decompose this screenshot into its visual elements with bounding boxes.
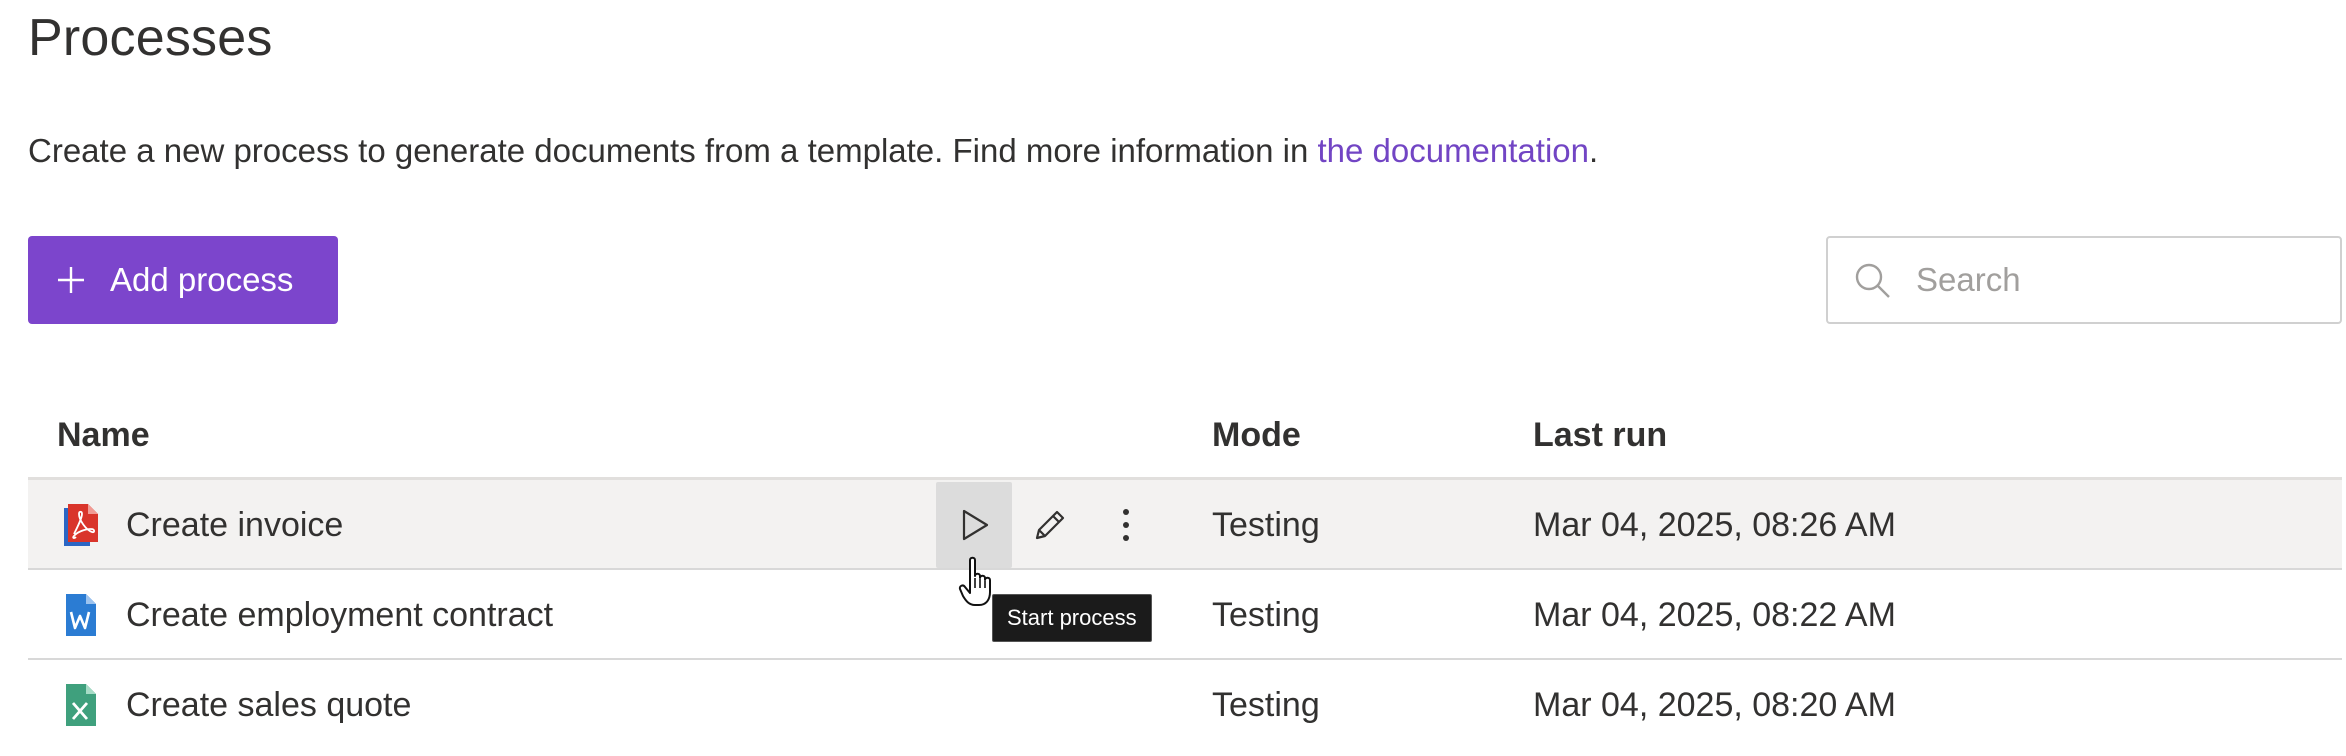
edit-process-button[interactable] — [1012, 482, 1088, 568]
intro-text-main: Create a new process to generate documen… — [28, 132, 1318, 169]
process-mode: Testing — [1212, 505, 1320, 544]
intro-text: Create a new process to generate documen… — [28, 132, 1598, 170]
plus-icon — [58, 267, 84, 293]
more-options-button[interactable] — [1088, 482, 1164, 568]
pencil-icon — [1035, 510, 1065, 540]
table-row[interactable]: Create sales quote Testing Mar 04, 2025,… — [28, 660, 2342, 750]
page-title: Processes — [28, 9, 273, 67]
column-header-name[interactable]: Name — [57, 416, 150, 455]
search-box[interactable] — [1826, 236, 2342, 324]
table-row[interactable]: Create employment contract Testing Mar 0… — [28, 570, 2342, 660]
process-last-run: Mar 04, 2025, 08:22 AM — [1533, 595, 1896, 634]
search-input[interactable] — [1916, 261, 2316, 299]
process-name[interactable]: Create invoice — [126, 480, 343, 570]
documentation-link[interactable]: the documentation — [1317, 132, 1589, 169]
word-file-icon — [66, 594, 96, 636]
hand-pointer-icon — [958, 556, 991, 606]
intro-text-suffix: . — [1589, 132, 1599, 169]
start-process-tooltip: Start process — [992, 594, 1152, 642]
search-icon — [1855, 263, 1890, 298]
processes-table: Name Mode Last run Create invoice Testin… — [28, 396, 2342, 750]
table-header: Name Mode Last run — [28, 396, 2342, 480]
table-row[interactable]: Create invoice Testing Mar 04, 2025, 08:… — [28, 480, 2342, 570]
more-vertical-icon — [1123, 509, 1129, 541]
column-header-mode[interactable]: Mode — [1212, 416, 1301, 455]
add-process-label: Add process — [110, 261, 294, 298]
process-name[interactable]: Create employment contract — [126, 570, 553, 660]
process-mode: Testing — [1212, 685, 1320, 724]
add-process-button[interactable]: Add process — [28, 236, 338, 324]
column-header-last-run[interactable]: Last run — [1533, 416, 1667, 455]
process-name[interactable]: Create sales quote — [126, 660, 411, 750]
pdf-file-icon — [64, 504, 98, 546]
excel-file-icon — [66, 684, 96, 726]
process-last-run: Mar 04, 2025, 08:20 AM — [1533, 685, 1896, 724]
process-last-run: Mar 04, 2025, 08:26 AM — [1533, 505, 1896, 544]
play-icon — [962, 509, 989, 541]
process-mode: Testing — [1212, 595, 1320, 634]
